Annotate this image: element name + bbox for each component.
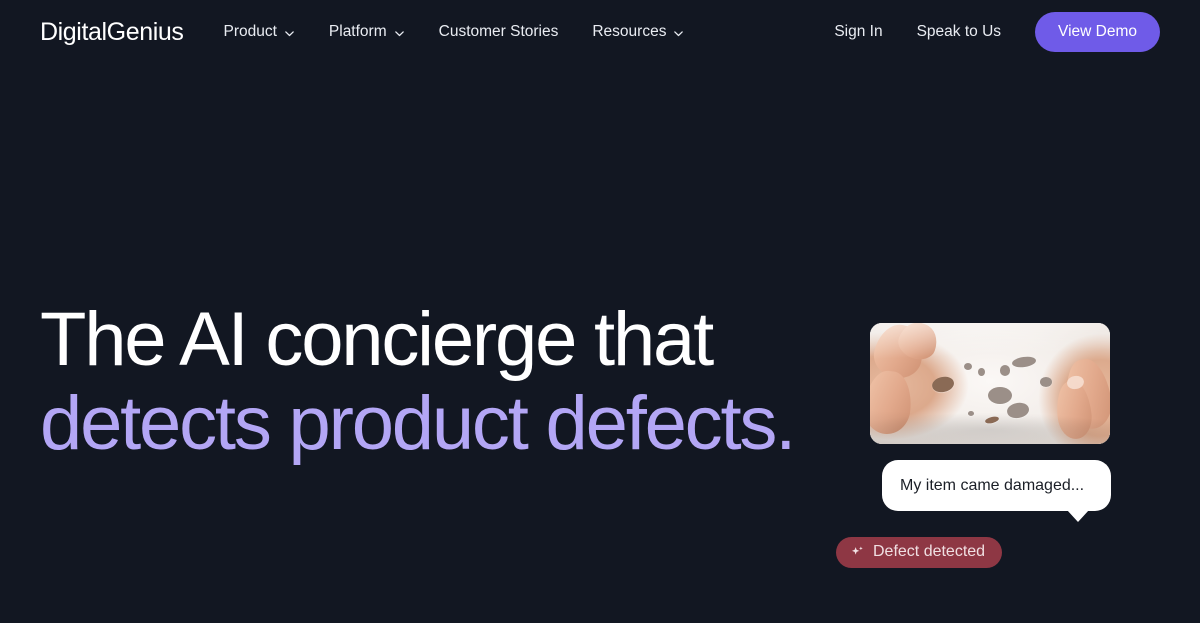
bubble-tail	[1067, 510, 1089, 523]
nav-item-resources[interactable]: Resources	[592, 24, 684, 40]
nav-item-product[interactable]: Product	[223, 24, 294, 40]
fabric-hole	[963, 362, 972, 371]
hero-section: The AI concierge that detects product de…	[0, 64, 1200, 623]
chat-message-bubble: My item came damaged...	[882, 460, 1111, 523]
chevron-down-icon	[394, 28, 405, 39]
nav-item-customer-stories[interactable]: Customer Stories	[439, 24, 559, 40]
badge-label: Defect detected	[873, 543, 986, 560]
chat-message-text: My item came damaged...	[900, 477, 1085, 494]
nav-item-label: Product	[223, 23, 277, 41]
nav-actions: Sign In Speak to Us View Demo	[834, 12, 1160, 52]
top-navigation-bar: DigitalGenius Product Platform Customer …	[0, 0, 1200, 64]
view-demo-button[interactable]: View Demo	[1035, 12, 1160, 52]
sign-in-link[interactable]: Sign In	[834, 24, 882, 40]
chevron-down-icon	[284, 28, 295, 39]
fabric-fold-shading	[870, 323, 1110, 444]
defect-detected-badge: Defect detected	[836, 537, 1003, 568]
headline-line-2: detects product defects.	[40, 381, 796, 466]
sparkle-icon	[850, 545, 865, 560]
primary-nav: Product Platform Customer Stories Resour…	[223, 24, 684, 40]
site-logo[interactable]: DigitalGenius	[40, 18, 184, 47]
page-title: The AI concierge that detects product de…	[40, 297, 796, 466]
nav-item-platform[interactable]: Platform	[329, 24, 405, 40]
hero-visual: My item came damaged... Defect detected	[836, 323, 1166, 573]
nav-item-label: Platform	[328, 23, 387, 41]
headline-line-1: The AI concierge that	[40, 297, 714, 382]
defect-photo-card	[870, 323, 1110, 444]
nav-item-label: Resources	[592, 23, 667, 41]
speak-to-us-link[interactable]: Speak to Us	[917, 24, 1001, 40]
chevron-down-icon	[673, 28, 684, 39]
fabric-hole	[987, 387, 1012, 405]
nav-item-label: Customer Stories	[438, 23, 559, 41]
